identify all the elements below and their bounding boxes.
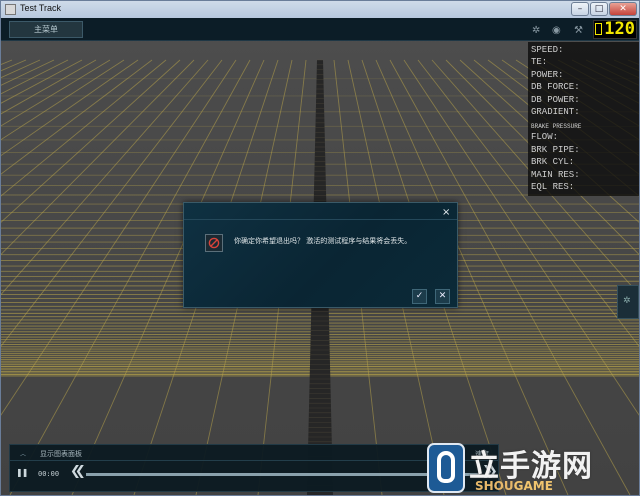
readout-brake-header: BRAKE PRESSURE: [531, 123, 582, 130]
close-button[interactable]: ✕: [609, 2, 637, 16]
readout-db-power: DB POWER:: [531, 95, 580, 105]
cancel-button[interactable]: ✕: [435, 289, 450, 304]
show-chart-panel-label: 显示图表面板: [40, 450, 83, 458]
readout-power: POWER:: [531, 70, 564, 80]
maximize-button[interactable]: □: [590, 2, 608, 16]
show-chart-panel-toggle[interactable]: ︿ 显示图表面板: [20, 449, 82, 459]
watermark-english-right: GAME: [513, 479, 553, 493]
eye-icon[interactable]: ◉: [552, 25, 561, 36]
telemetry-readout-panel: SPEED: TE: POWER: DB FORCE: DB POWER: GR…: [528, 42, 639, 196]
top-toolbar: [1, 18, 639, 41]
watermark-english-text: SHOUGAME: [475, 479, 553, 493]
watermark-logo: [427, 443, 465, 493]
playback-panel: ︿ 显示图表面板 速度 ❚❚ 00:00 ❮❮ ❯❯: [9, 444, 499, 492]
settings-gear-icon[interactable]: ✲: [532, 25, 540, 36]
window-titlebar: Test Track – □ ✕: [1, 1, 639, 18]
rewind-icon[interactable]: ❮❮: [70, 464, 86, 479]
readout-eql-res: EQL RES:: [531, 182, 575, 192]
exit-confirm-dialog: × 你确定你希望退出吗？ 激活的测试程序与结果将会丢失。 ✓ ✕: [183, 202, 458, 308]
timeline-slider[interactable]: [86, 473, 478, 476]
watermark-english-left: SHOU: [475, 479, 514, 493]
readout-brk-pipe: BRK PIPE:: [531, 145, 580, 155]
dialog-message: 你确定你希望退出吗？ 激活的测试程序与结果将会丢失。: [234, 237, 412, 245]
readout-te: TE:: [531, 57, 548, 67]
tab-main-menu[interactable]: 主菜单: [9, 21, 83, 38]
readout-brk-cyl: BRK CYL:: [531, 157, 575, 167]
readout-gradient: GRADIENT:: [531, 107, 580, 117]
readout-main-res: MAIN RES:: [531, 170, 580, 180]
readout-flow: FLOW:: [531, 132, 559, 142]
wrench-icon[interactable]: ⚒: [574, 25, 583, 36]
confirm-button[interactable]: ✓: [412, 289, 427, 304]
film-icon: [595, 23, 602, 35]
readout-speed: SPEED:: [531, 45, 564, 55]
minimize-button[interactable]: –: [571, 2, 589, 16]
dialog-header-divider: [184, 219, 457, 220]
dialog-close-button[interactable]: ×: [442, 207, 450, 218]
readout-db-force: DB FORCE:: [531, 82, 580, 92]
window-title: Test Track: [20, 3, 62, 13]
app-window: Test Track – □ ✕ 主菜单 ✲ ◉ ⚒ 120 SPEED: TE…: [0, 0, 640, 496]
playback-divider: [10, 460, 498, 461]
app-icon: [5, 4, 16, 15]
timecode: 00:00: [38, 470, 60, 478]
pause-button[interactable]: ❚❚: [16, 468, 28, 477]
chevron-up-icon: ︿: [20, 451, 27, 458]
side-panel-toggle[interactable]: ✲: [617, 285, 639, 319]
prohibited-icon: [205, 234, 223, 252]
gear-icon: ✲: [623, 296, 631, 306]
